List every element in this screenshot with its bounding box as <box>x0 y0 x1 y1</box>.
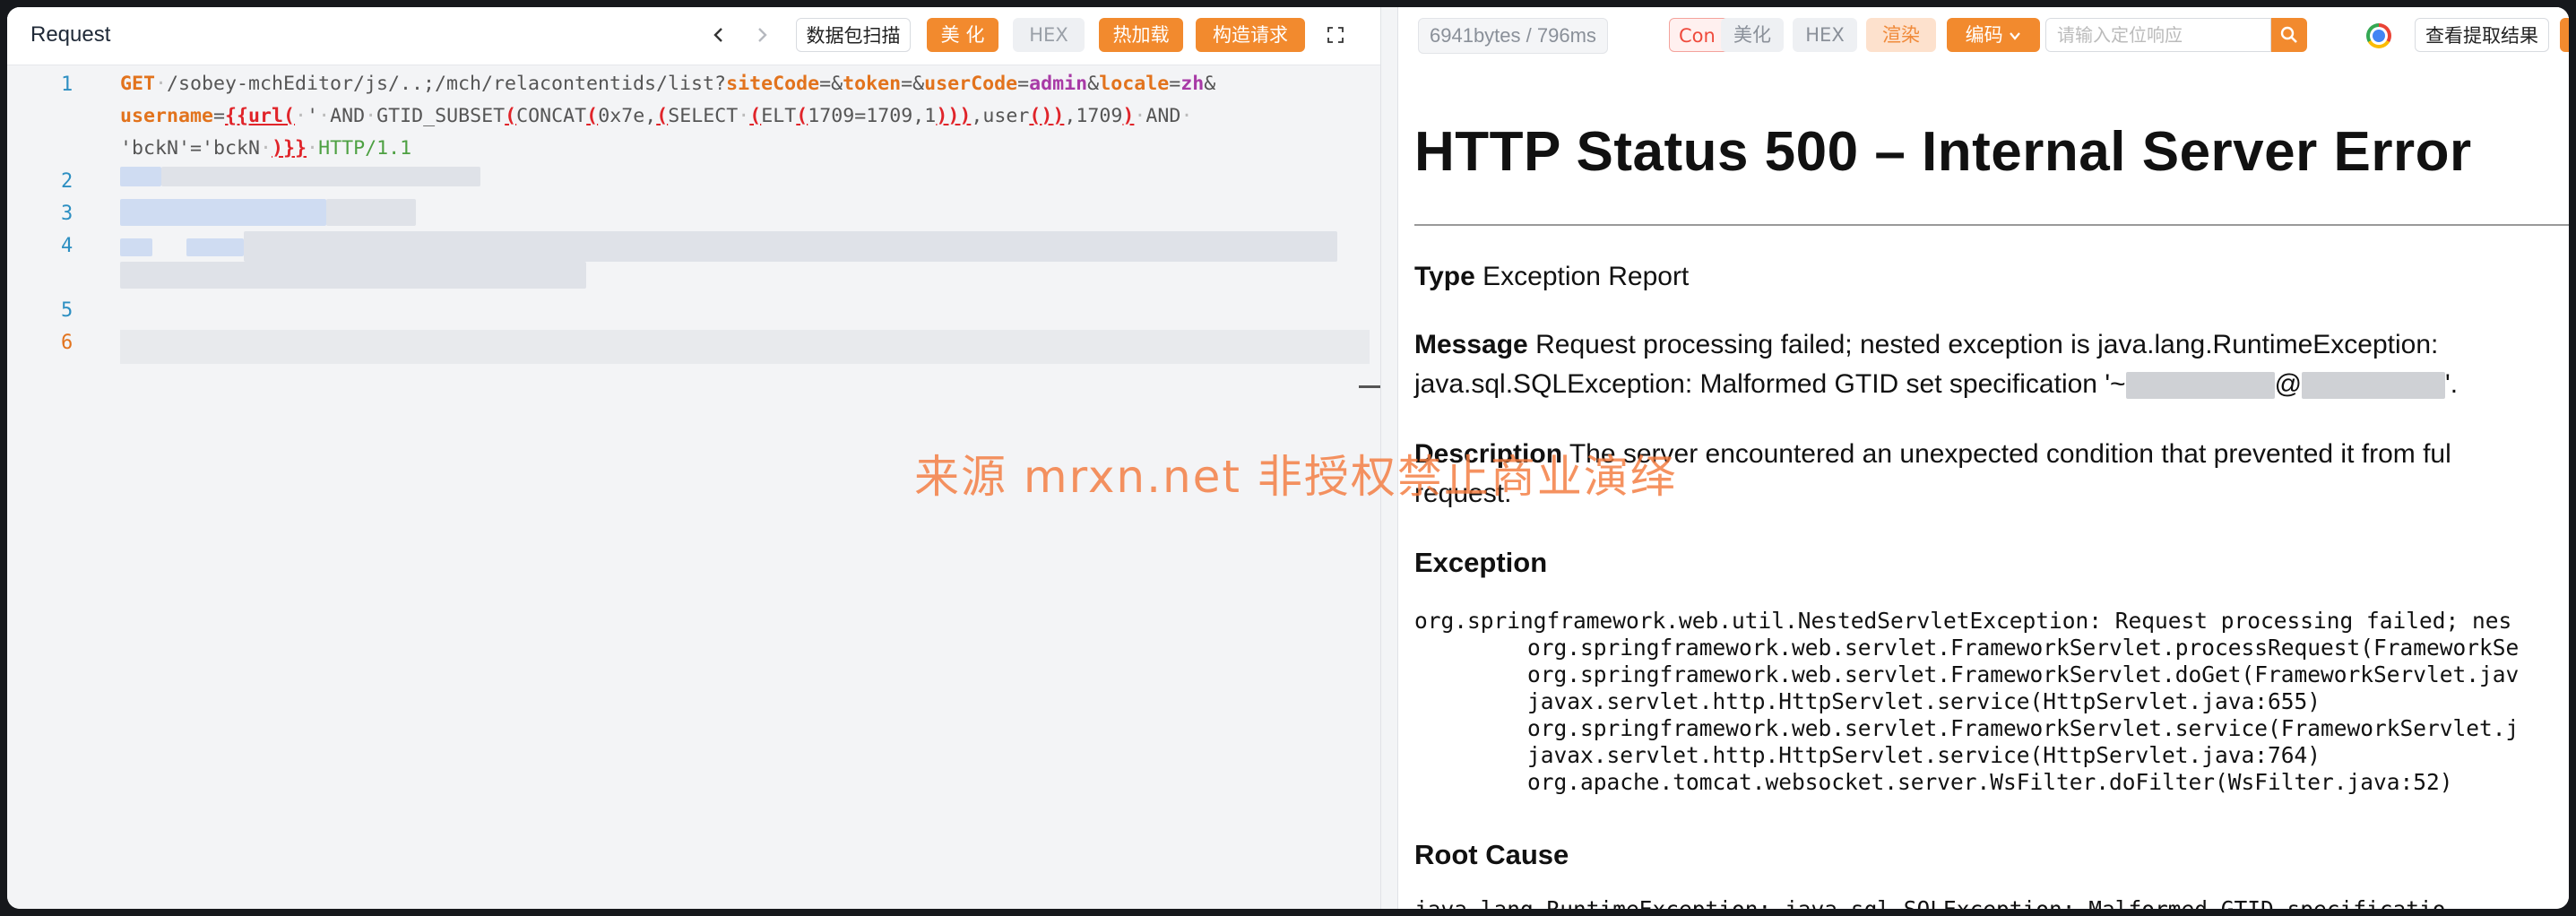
app-window: Request 数据包扫描 美 化 HEX 热加载 构造请求 1 2 3 4 5… <box>7 7 2569 909</box>
request-hex-button[interactable]: HEX <box>1013 18 1085 52</box>
stack-line: org.springframework.web.util.NestedServl… <box>1414 608 2512 634</box>
request-toolbar: Request 数据包扫描 美 化 HEX 热加载 构造请求 <box>7 7 1380 65</box>
active-line-highlight <box>120 330 1370 364</box>
root-cause-line: java.lang.RuntimeException: java.sql.SQL… <box>1414 896 2446 909</box>
line-number: 3 <box>61 203 73 225</box>
overflow-button[interactable] <box>2560 18 2569 52</box>
line-number: 5 <box>61 299 73 322</box>
redacted-block <box>2302 372 2446 400</box>
hot-reload-button[interactable]: 热加载 <box>1099 18 1183 52</box>
encoding-label: 编码 <box>1965 24 2003 46</box>
divider <box>1414 224 2569 226</box>
stack-trace: org.springframework.web.util.NestedServl… <box>1414 608 2519 796</box>
redacted-block <box>120 199 326 226</box>
redacted-block <box>120 262 586 289</box>
line-number: 1 <box>61 73 73 96</box>
stack-line: javax.servlet.http.HttpServlet.service(H… <box>1527 688 2321 714</box>
stack-line: org.springframework.web.servlet.Framewor… <box>1527 715 2520 741</box>
message-line-2: java.sql.SQLException: Malformed GTID se… <box>1414 369 2459 400</box>
pane-resize-handle[interactable] <box>1359 385 1380 388</box>
search-button[interactable] <box>2271 18 2307 52</box>
request-line: GET·/sobey-mchEditor/js/..;/mch/relacont… <box>120 73 1216 160</box>
stack-line: org.springframework.web.servlet.Framewor… <box>1527 661 2520 687</box>
stack-line: org.apache.tomcat.websocket.server.WsFil… <box>1527 769 2453 795</box>
response-hex-button[interactable]: HEX <box>1793 18 1857 52</box>
request-beautify-button[interactable]: 美 化 <box>927 18 998 52</box>
view-extract-result-button[interactable]: 查看提取结果 <box>2415 18 2549 52</box>
stack-line: org.springframework.web.servlet.Framewor… <box>1527 635 2520 661</box>
request-title: Request <box>30 22 111 47</box>
response-toolbar: 6941bytes / 796ms Con 美化 HEX 渲染 编码 请输入定位… <box>1398 7 2569 65</box>
exception-heading: Exception <box>1414 547 1548 578</box>
build-request-button[interactable]: 构造请求 <box>1196 18 1305 52</box>
redacted-block <box>2125 372 2275 400</box>
forward-icon[interactable] <box>748 20 776 50</box>
message-line: Message Request processing failed; neste… <box>1414 330 2439 359</box>
line-number: 6 <box>61 332 73 354</box>
stack-line: javax.servlet.http.HttpServlet.service(H… <box>1527 742 2321 768</box>
type-line: Type Exception Report <box>1414 262 1690 291</box>
root-cause-heading: Root Cause <box>1414 839 1569 870</box>
render-button[interactable]: 渲染 <box>1866 18 1936 52</box>
encoding-dropdown[interactable]: 编码 <box>1947 18 2040 52</box>
redacted-block <box>120 238 152 256</box>
response-size-badge: 6941bytes / 796ms <box>1418 18 1608 54</box>
back-icon[interactable] <box>705 20 733 50</box>
watermark: 来源 mrxn.net 非授权禁止商业演绎 <box>914 451 1677 503</box>
redacted-block <box>244 231 1337 262</box>
chevron-down-icon <box>2010 32 2021 40</box>
packet-scan-button[interactable]: 数据包扫描 <box>796 18 911 52</box>
search-icon <box>2280 26 2297 43</box>
response-beautify-button[interactable]: 美化 <box>1721 18 1784 52</box>
redacted-block <box>161 167 480 186</box>
fullscreen-icon[interactable] <box>1321 20 1350 50</box>
error-heading: HTTP Status 500 – Internal Server Error <box>1414 121 2472 183</box>
response-search-input[interactable]: 请输入定位响应 <box>2045 18 2271 52</box>
redacted-block <box>120 167 161 186</box>
line-number: 2 <box>61 170 73 193</box>
redacted-block <box>326 199 416 226</box>
redacted-block <box>186 238 244 256</box>
line-number: 4 <box>61 235 73 257</box>
chrome-browser-icon[interactable] <box>2366 23 2391 48</box>
